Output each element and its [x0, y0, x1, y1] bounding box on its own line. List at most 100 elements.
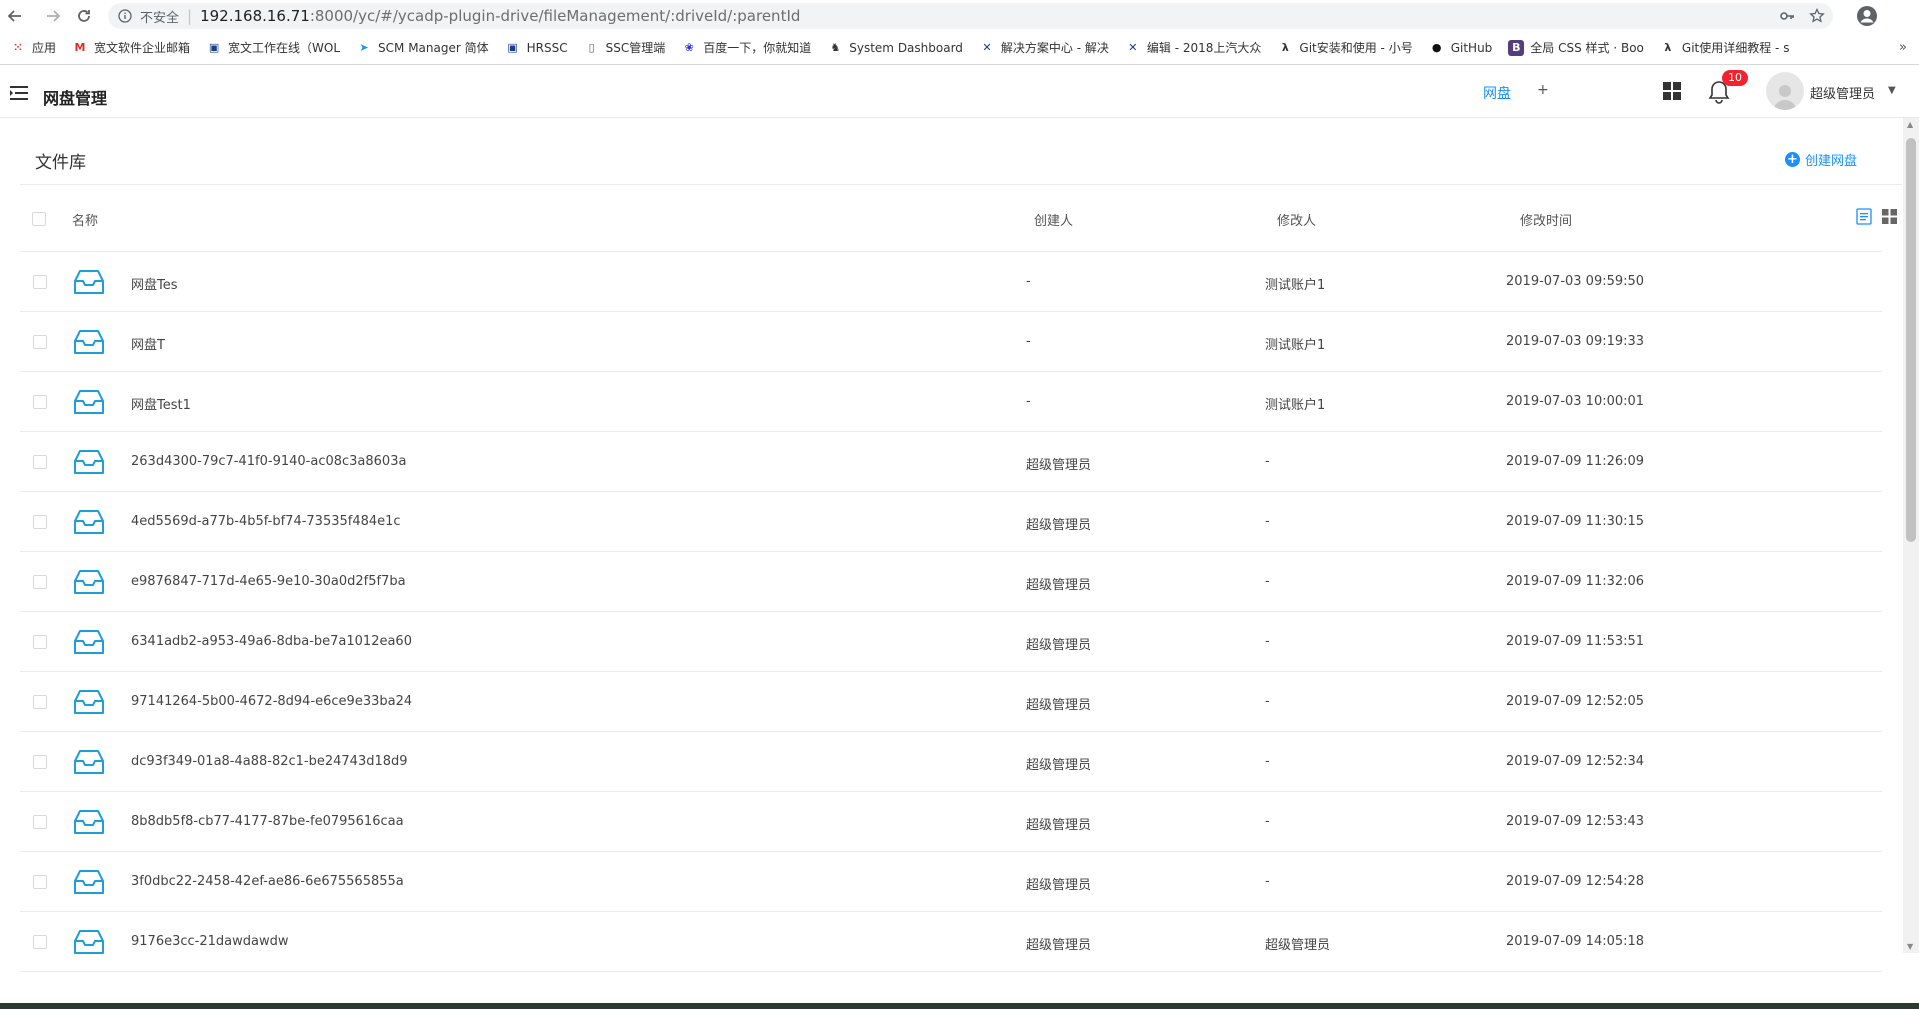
table-row[interactable]: 6341adb2-a953-49a6-8dba-be7a1012ea60 超级管理… — [20, 612, 1882, 672]
table-row[interactable]: 3f0dbc22-2458-42ef-ae86-6e675565855a 超级管理… — [20, 852, 1882, 912]
add-tab-button[interactable]: + — [1537, 82, 1549, 98]
column-modified-time[interactable]: 修改时间 — [1520, 210, 1572, 229]
drive-name[interactable]: e9876847-717d-4e65-9e10-30a0d2f5f7ba — [131, 574, 406, 589]
drive-icon — [74, 690, 104, 714]
user-name[interactable]: 超级管理员 — [1810, 83, 1875, 102]
creator-cell: 超级管理员 — [1026, 518, 1092, 533]
vertical-scrollbar[interactable]: ▲ ▼ — [1903, 118, 1919, 953]
modifier-cell: 测试账户1 — [1265, 278, 1326, 293]
bookmark-item[interactable]: ♞ System Dashboard — [827, 40, 963, 56]
profile-icon[interactable] — [1855, 4, 1879, 28]
bookmarks-more-button[interactable]: » — [1899, 40, 1907, 55]
row-checkbox[interactable] — [33, 635, 47, 649]
bookmark-item[interactable]: M 宽文软件企业邮箱 — [72, 39, 191, 56]
bookmark-item[interactable]: ✕ 解决方案中心 - 解决 — [979, 39, 1109, 56]
row-checkbox[interactable] — [33, 575, 47, 589]
modified-time-cell: 2019-07-03 10:00:01 — [1506, 394, 1645, 409]
drive-name[interactable]: 3f0dbc22-2458-42ef-ae86-6e675565855a — [131, 874, 404, 889]
column-name[interactable]: 名称 — [72, 210, 98, 229]
table-row[interactable]: 263d4300-79c7-41f0-9140-ac08c3a8603a 超级管理… — [20, 432, 1882, 492]
creator-cell: 超级管理员 — [1026, 818, 1092, 833]
drive-name[interactable]: 263d4300-79c7-41f0-9140-ac08c3a8603a — [131, 454, 406, 469]
drive-icon — [74, 330, 104, 354]
bookmark-item[interactable]: ➤ SCM Manager 简体 — [356, 39, 488, 56]
lambda-icon: λ — [1281, 41, 1289, 54]
row-checkbox[interactable] — [33, 335, 47, 349]
list-view-icon[interactable] — [1856, 208, 1872, 225]
user-menu-caret[interactable]: ▼ — [1888, 85, 1896, 96]
bookmark-item[interactable]: ▣ 宽文工作在线（WOL — [206, 39, 340, 56]
scroll-down-arrow-icon[interactable]: ▼ — [1907, 942, 1913, 951]
modifier-cell: - — [1265, 754, 1270, 769]
drive-name[interactable]: 8b8db5f8-cb77-4177-87be-fe0795616caa — [131, 814, 404, 829]
star-icon[interactable] — [1809, 8, 1825, 24]
row-checkbox[interactable] — [33, 695, 47, 709]
avatar[interactable] — [1766, 72, 1804, 110]
menu-toggle-icon[interactable] — [10, 86, 28, 100]
table-row[interactable]: 网盘T - 测试账户1 2019-07-03 09:19:33 — [20, 312, 1882, 372]
tab-drive[interactable]: 网盘 — [1483, 83, 1511, 103]
table-row[interactable]: dc93f349-01a8-4a88-82c1-be24743d18d9 超级管理… — [20, 732, 1882, 792]
modifier-cell: - — [1265, 694, 1270, 709]
table-row[interactable]: 网盘Test1 - 测试账户1 2019-07-03 10:00:01 — [20, 372, 1882, 432]
arrow-left-icon — [7, 9, 21, 22]
column-creator[interactable]: 创建人 — [1034, 210, 1073, 229]
bookmark-item[interactable]: ❀ 百度一下，你就知道 — [681, 39, 812, 56]
creator-cell: 超级管理员 — [1026, 938, 1092, 953]
scroll-up-arrow-icon[interactable]: ▲ — [1907, 120, 1913, 129]
reload-button[interactable] — [69, 1, 99, 31]
table-row[interactable]: 网盘Tes - 测试账户1 2019-07-03 09:59:50 — [20, 252, 1882, 312]
scroll-thumb[interactable] — [1906, 138, 1916, 542]
row-checkbox[interactable] — [33, 875, 47, 889]
table-row[interactable]: 97141264-5b00-4672-8d94-e6ce9e33ba24 超级管理… — [20, 672, 1882, 732]
modifier-cell: - — [1265, 574, 1270, 589]
bookmark-item[interactable]: ✕ 编辑 - 2018上汽大众 — [1125, 39, 1262, 56]
table-row[interactable]: 9176e3cc-21dawdawdw 超级管理员 超级管理员 2019-07-09 … — [20, 912, 1882, 972]
key-icon[interactable] — [1779, 8, 1795, 24]
bookmark-item[interactable]: ▣ HRSSC — [505, 40, 567, 56]
drive-icon — [74, 630, 104, 654]
row-checkbox[interactable] — [33, 275, 47, 289]
grid-view-icon[interactable] — [1882, 209, 1897, 224]
forward-button[interactable] — [38, 1, 68, 31]
drive-name[interactable]: 97141264-5b00-4672-8d94-e6ce9e33ba24 — [131, 694, 412, 709]
address-bar[interactable]: 不安全 | 192.168.16.71:8000/yc/#/ycadp-plug… — [108, 3, 1833, 29]
bookmark-item[interactable]: λ Git安装和使用 - 小号 — [1277, 39, 1413, 56]
bookmark-label: 编辑 - 2018上汽大众 — [1146, 41, 1262, 55]
select-all-checkbox[interactable] — [32, 212, 46, 226]
row-checkbox[interactable] — [33, 455, 47, 469]
modifier-cell: - — [1265, 634, 1270, 649]
drive-name[interactable]: 网盘Test1 — [131, 394, 191, 413]
row-checkbox[interactable] — [33, 395, 47, 409]
create-drive-label: 创建网盘 — [1805, 154, 1858, 169]
app-grid-icon[interactable] — [1663, 82, 1681, 100]
create-drive-button[interactable]: + 创建网盘 — [1785, 150, 1857, 169]
bookmark-item[interactable]: ▯ SSC管理端 — [584, 39, 666, 56]
bookmark-item[interactable]: ⁙ 应用 — [10, 39, 56, 56]
url-host: 192.168.16.71 — [200, 7, 310, 25]
modifier-cell: - — [1265, 454, 1270, 469]
bookmark-item[interactable]: λ Git使用详细教程 - s — [1660, 39, 1789, 56]
page-title: 网盘管理 — [43, 89, 108, 108]
row-checkbox[interactable] — [33, 515, 47, 529]
row-checkbox[interactable] — [33, 935, 47, 949]
drive-name[interactable]: 9176e3cc-21dawdawdw — [131, 934, 288, 949]
table-row[interactable]: e9876847-717d-4e65-9e10-30a0d2f5f7ba 超级管理… — [20, 552, 1882, 612]
row-checkbox[interactable] — [33, 815, 47, 829]
back-button[interactable] — [0, 1, 30, 31]
row-checkbox[interactable] — [33, 755, 47, 769]
drive-name[interactable]: 4ed5569d-a77b-4b5f-bf74-73535f484e1c — [131, 514, 401, 529]
modified-time-cell: 2019-07-09 12:52:05 — [1506, 694, 1645, 709]
bookmark-item[interactable]: B 全局 CSS 样式 · Boo — [1508, 39, 1644, 56]
drive-name[interactable]: dc93f349-01a8-4a88-82c1-be24743d18d9 — [131, 754, 408, 769]
bookmark-item[interactable]: ● GitHub — [1429, 40, 1492, 56]
drive-icon — [74, 810, 104, 834]
table-row[interactable]: 8b8db5f8-cb77-4177-87be-fe0795616caa 超级管理… — [20, 792, 1882, 852]
table-row[interactable]: 4ed5569d-a77b-4b5f-bf74-73535f484e1c 超级管理… — [20, 492, 1882, 552]
drive-name[interactable]: 网盘T — [131, 334, 165, 353]
drive-name[interactable]: 6341adb2-a953-49a6-8dba-be7a1012ea60 — [131, 634, 412, 649]
column-modifier[interactable]: 修改人 — [1277, 210, 1316, 229]
bookmark-label: System Dashboard — [849, 40, 963, 55]
bookmarks-bar: ⁙ 应用 M 宽文软件企业邮箱 ▣ 宽文工作在线（WOL ➤ SCM Manager 简体 ▣ H… — [0, 31, 1919, 65]
drive-name[interactable]: 网盘Tes — [131, 274, 178, 293]
